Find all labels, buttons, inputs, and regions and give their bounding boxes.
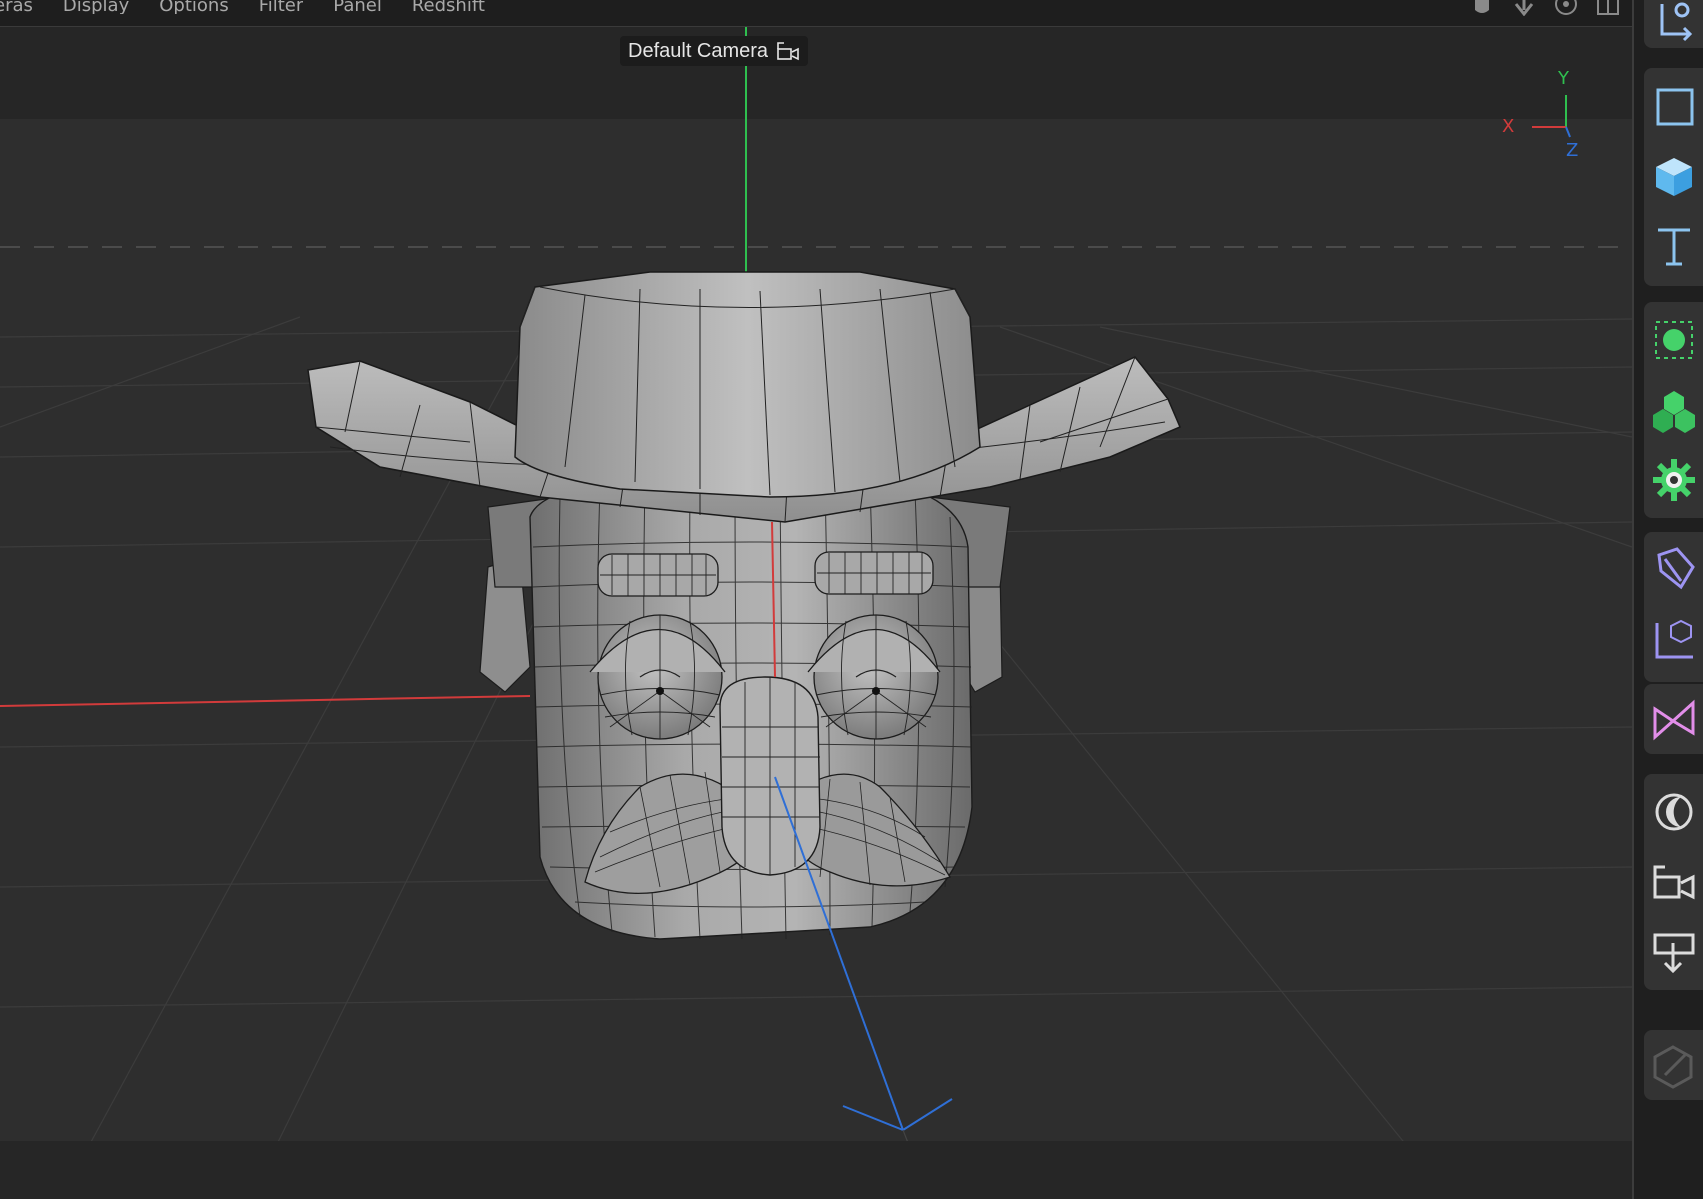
menu-item-options[interactable]: Options [159, 0, 228, 14]
gear-icon [1653, 459, 1695, 501]
null-object-icon [1655, 619, 1693, 659]
tool-floor[interactable] [1644, 922, 1703, 982]
menu-item-cameras[interactable]: eras [0, 0, 33, 14]
tool-group-3 [1644, 302, 1703, 518]
tool-cube[interactable] [1644, 146, 1703, 206]
tool-group-6 [1644, 774, 1703, 990]
light-icon [1655, 321, 1693, 359]
deformer-icon [1653, 699, 1695, 741]
tool-spline-pen[interactable] [1644, 538, 1703, 598]
gizmo-x-label: X [1502, 116, 1514, 137]
text-icon [1658, 228, 1690, 266]
tool-group-2 [1644, 68, 1703, 286]
x-axis-line [0, 695, 531, 707]
tool-edit[interactable] [1644, 1036, 1703, 1096]
orbit-icon[interactable] [1554, 0, 1578, 16]
edit-icon [1653, 1045, 1693, 1089]
viewport-menu: eras Display Options Filter Panel Redshi… [0, 0, 485, 14]
top-band [0, 27, 1632, 119]
layout-icon[interactable] [1596, 0, 1620, 16]
scene-canvas[interactable]: Y X Z [0, 27, 1632, 1199]
camera-icon [777, 42, 799, 61]
right-toolbar [1632, 0, 1703, 1199]
hand-pan-icon[interactable] [1470, 0, 1494, 16]
camera-icon [1653, 865, 1695, 900]
menu-item-panel[interactable]: Panel [333, 0, 382, 14]
frame-icon [1656, 88, 1694, 126]
tool-camera[interactable] [1644, 852, 1703, 912]
cube-icon [1656, 158, 1692, 196]
tool-null-object[interactable] [1644, 610, 1703, 670]
tool-group-7 [1644, 1030, 1703, 1100]
hat[interactable] [307, 271, 1181, 523]
menu-item-redshift[interactable]: Redshift [412, 0, 485, 14]
nose [719, 676, 821, 876]
menu-item-filter[interactable]: Filter [259, 0, 304, 14]
camera-label-text: Default Camera [628, 40, 769, 62]
camera-indicator[interactable]: Default Camera [620, 36, 809, 66]
tool-coordinate-system[interactable] [1644, 0, 1703, 50]
tool-frame[interactable] [1644, 76, 1703, 136]
tool-deformer[interactable] [1644, 690, 1703, 750]
environment-icon [1655, 793, 1693, 831]
viewport-menubar: eras Display Options Filter Panel Redshi… [0, 0, 1632, 27]
coordinate-system-icon [1660, 2, 1693, 42]
tool-light[interactable] [1644, 310, 1703, 370]
cloner-icon [1653, 391, 1695, 433]
viewport[interactable]: Y X Z Default Camera [0, 27, 1632, 1199]
tool-group-1 [1644, 0, 1703, 48]
tool-environment[interactable] [1644, 782, 1703, 842]
tool-group-4 [1644, 532, 1703, 682]
tool-group-5 [1644, 684, 1703, 754]
tool-gear[interactable] [1644, 450, 1703, 510]
arrow-down-icon[interactable] [1512, 0, 1536, 16]
tool-text[interactable] [1644, 216, 1703, 276]
menu-item-display[interactable]: Display [63, 0, 129, 14]
floor-icon [1653, 933, 1695, 974]
viewport-bottom-strip [0, 1141, 1632, 1199]
gizmo-y-label: Y [1557, 68, 1570, 89]
gizmo-z-label: Z [1566, 140, 1578, 161]
character-head[interactable] [479, 478, 1011, 940]
spline-pen-icon [1657, 547, 1695, 590]
tool-cloner[interactable] [1644, 380, 1703, 440]
